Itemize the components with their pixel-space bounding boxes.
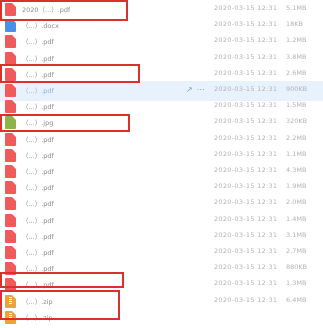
more-icon[interactable]: ⋯	[197, 85, 205, 94]
file-name[interactable]: （...）.pdf	[22, 166, 54, 176]
file-name[interactable]: （...）.pdf	[22, 215, 54, 225]
pdf-file-icon	[5, 149, 16, 162]
file-size: 18KB	[286, 20, 303, 28]
file-size: 6.4MB	[286, 296, 307, 304]
file-name[interactable]: （...）.pdf	[22, 263, 54, 273]
file-date: 2020-03-15 12:31	[214, 296, 278, 304]
file-size: 2.0MB	[286, 198, 307, 206]
pdf-file-icon	[5, 68, 16, 81]
file-date: 2020-03-15 12:31	[214, 150, 278, 158]
file-size: 2.7MB	[286, 247, 307, 255]
file-name[interactable]: （...）.pdf	[22, 53, 54, 63]
file-date: 2020-03-15 12:31	[214, 215, 278, 223]
file-size: 1.5MB	[286, 101, 307, 109]
file-date: 2020-03-15 12:31	[214, 263, 278, 271]
file-name[interactable]: （...）.pdf	[22, 182, 54, 192]
pdf-file-icon	[5, 214, 16, 227]
file-date: 2020-03-15 12:31	[214, 117, 278, 125]
file-name[interactable]: （...）.pdf	[22, 134, 54, 144]
file-name[interactable]: 2020（...）.pdf	[22, 4, 70, 14]
file-name[interactable]: （...）.pdf	[22, 279, 54, 289]
file-date: 2020-03-15 12:31	[214, 85, 278, 93]
file-date: 2020-03-15 12:31	[214, 36, 278, 44]
file-date: 2020-03-15 12:31	[214, 279, 278, 287]
file-list: 2020（...）.pdf 2020-03-15 12:31 5.1MB （...）.…	[0, 0, 323, 324]
doc-file-icon	[5, 19, 16, 32]
pdf-file-icon	[5, 100, 16, 113]
file-name[interactable]: （...）.pdf	[22, 36, 54, 46]
file-date: 2020-03-15 12:31	[214, 69, 278, 77]
file-date: 2020-03-15 12:31	[214, 134, 278, 142]
zip-file-icon	[5, 311, 16, 324]
pdf-file-icon	[5, 52, 16, 65]
file-size: 4.3MB	[286, 166, 307, 174]
file-name[interactable]: （...）.pdf	[22, 198, 54, 208]
file-date: 2020-03-15 12:31	[214, 101, 278, 109]
file-date: 2020-03-15 12:31	[214, 166, 278, 174]
file-date: 2020-03-15 12:31	[214, 53, 278, 61]
share-icon[interactable]: ↗	[186, 85, 193, 94]
pdf-file-icon	[5, 35, 16, 48]
file-row[interactable]: （...）.zip	[0, 308, 323, 328]
file-size: 1.9MB	[286, 182, 307, 190]
file-date: 2020-03-15 12:31	[214, 4, 278, 12]
file-size: 1.2MB	[286, 36, 307, 44]
zip-file-icon	[5, 295, 16, 308]
pdf-file-icon	[5, 197, 16, 210]
file-name[interactable]: （...）.zip	[22, 296, 53, 306]
file-date: 2020-03-15 12:31	[214, 182, 278, 190]
file-size: 2.2MB	[286, 134, 307, 142]
file-date: 2020-03-15 12:31	[214, 20, 278, 28]
pdf-file-icon	[5, 3, 16, 16]
file-name[interactable]: （...）.pdf	[22, 150, 54, 160]
file-size: 880KB	[286, 263, 308, 271]
file-size: 3.1MB	[286, 231, 307, 239]
pdf-file-icon	[5, 165, 16, 178]
pdf-file-icon	[5, 230, 16, 243]
file-size: 900KB	[286, 85, 308, 93]
file-date: 2020-03-15 12:31	[214, 198, 278, 206]
file-name[interactable]: （...）.pdf	[22, 101, 54, 111]
file-size: 5.1MB	[286, 4, 307, 12]
file-date: 2020-03-15 12:31	[214, 247, 278, 255]
file-size: 2.6MB	[286, 69, 307, 77]
file-name[interactable]: （...）.pdf	[22, 69, 54, 79]
file-size: 1.1MB	[286, 150, 307, 158]
file-size: 1.3MB	[286, 279, 307, 287]
pdf-file-icon	[5, 278, 16, 291]
file-name[interactable]: （...）.jpg	[22, 117, 53, 127]
file-size: 1.4MB	[286, 215, 307, 223]
file-name[interactable]: （...）.pdf	[22, 85, 54, 95]
file-size: 320KB	[286, 117, 308, 125]
file-size: 3.8MB	[286, 53, 307, 61]
file-date: 2020-03-15 12:31	[214, 231, 278, 239]
img-file-icon	[5, 116, 16, 129]
row-actions: ↗ ⋯	[186, 85, 209, 94]
file-name[interactable]: （...）.docx	[22, 20, 59, 30]
pdf-file-icon	[5, 181, 16, 194]
pdf-file-icon	[5, 246, 16, 259]
file-name[interactable]: （...）.pdf	[22, 231, 54, 241]
pdf-file-icon	[5, 133, 16, 146]
file-name[interactable]: （...）.pdf	[22, 247, 54, 257]
pdf-file-icon	[5, 262, 16, 275]
file-name[interactable]: （...）.zip	[22, 312, 53, 322]
pdf-file-icon	[5, 84, 16, 97]
